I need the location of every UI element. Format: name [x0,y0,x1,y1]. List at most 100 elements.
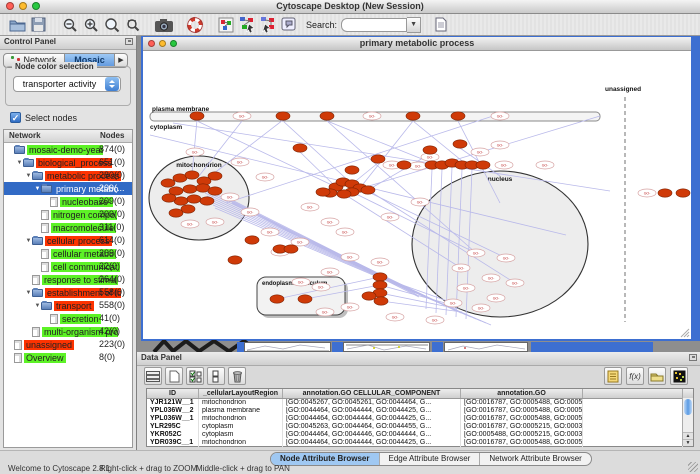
network-tree-row[interactable]: ▼biological_process651(0) [4,156,132,169]
table-column-header[interactable]: _cellularLayoutRegion [199,389,283,398]
attribute-matrix-icon[interactable] [670,367,688,385]
float-panel-icon[interactable] [125,38,133,45]
network-node-selected[interactable] [337,190,351,198]
network-node-selected[interactable] [228,256,242,264]
zoom-selected-icon[interactable] [123,16,142,34]
delete-attribute-icon[interactable] [228,367,246,385]
table-row[interactable]: YPL036W__1mitochondrion[GO:0044464, GO:0… [147,415,693,423]
network-node-selected[interactable] [371,155,385,163]
network-node-selected[interactable] [373,273,387,281]
network-node-selected[interactable] [284,245,298,253]
select-attributes-icon[interactable] [186,367,204,385]
table-column-header[interactable]: annotation.GO CELLULAR_COMPONENT [283,389,461,398]
network-tree-row[interactable]: ▼establishment of lo558(0) [4,286,132,299]
network-node-selected[interactable] [374,297,388,305]
network-tree-row[interactable]: secretion41(0) [4,312,132,325]
table-column-header[interactable]: annotation.GO MOLECULAR_FUNCTION [461,389,583,398]
network-node-selected[interactable] [406,112,420,120]
new-attribute-icon[interactable] [165,367,183,385]
network-node-selected[interactable] [185,171,199,179]
network-node-selected[interactable] [423,146,437,154]
network-tree-row[interactable]: ▼cellular process614(0) [4,234,132,247]
show-vizmapper-icon[interactable] [279,16,298,34]
network-node-selected[interactable] [162,194,176,202]
create-network-selected-edges-icon[interactable] [258,16,277,34]
network-view-window[interactable]: primary metabolic process plasma membran… [141,36,700,341]
network-tree-row[interactable]: unassigned223(0) [4,338,132,351]
network-tree-row[interactable]: response to stimulu264(0) [4,273,132,286]
network-node-selected[interactable] [361,186,375,194]
network-node-selected[interactable] [208,187,222,195]
help-ring-icon[interactable] [185,16,204,34]
network-tree-row[interactable]: ▼transport558(0) [4,299,132,312]
network-node-selected[interactable] [373,281,387,289]
scroll-down-icon[interactable]: ▼ [683,439,693,446]
network-tree-row[interactable]: nitrogen compo209(0) [4,208,132,221]
float-data-panel-icon[interactable] [689,354,697,361]
network-tree-header[interactable]: Network Nodes [4,130,132,143]
network-node-selected[interactable] [187,195,201,203]
formula-builder-icon[interactable]: f(x) [626,367,644,385]
network-tree-row[interactable]: ▼metabolic process280(0) [4,169,132,182]
zoom-in-icon[interactable] [81,16,100,34]
expand-arrow-icon[interactable]: ▼ [25,173,32,179]
network-node-selected[interactable] [190,112,204,120]
network-node-selected[interactable] [298,295,312,303]
network-canvas[interactable]: plasma membranecytoplasmmitochondrionnuc… [143,51,691,339]
resize-grip[interactable] [688,462,698,472]
attribute-table-icon[interactable] [144,367,162,385]
unselect-attributes-icon[interactable] [207,367,225,385]
network-node-selected[interactable] [476,161,490,169]
create-network-from-selected-icon[interactable] [237,16,256,34]
network-node-selected[interactable] [320,112,334,120]
snapshot-icon[interactable] [154,16,173,34]
network-node-selected[interactable] [362,292,376,300]
table-row[interactable]: YLR295Ccytoplasm[GO:0045263, GO:0044464,… [147,423,693,431]
network-tree-row[interactable]: macromolecule311(0) [4,221,132,234]
network-tree-row[interactable]: cellular metabo209(0) [4,247,132,260]
network-node-selected[interactable] [208,172,222,180]
expand-arrow-icon[interactable]: ▼ [16,160,23,166]
expand-arrow-icon[interactable]: ▼ [25,238,32,244]
table-scrollbar[interactable]: ▲ ▼ [682,398,693,446]
network-node-selected[interactable] [293,144,307,152]
attribute-notes-icon[interactable] [604,367,622,385]
table-column-header[interactable]: ID [147,389,199,398]
table-column-header[interactable] [583,389,683,398]
expand-arrow-icon[interactable]: ▼ [25,290,32,296]
zoom-out-icon[interactable] [60,16,79,34]
table-row[interactable]: YKR052Ccytoplasm[GO:0044464, GO:0044446,… [147,431,693,439]
table-row[interactable]: YPL036W__2plasma membrane[GO:0044464, GO… [147,407,693,415]
network-node-selected[interactable] [270,295,284,303]
network-node-selected[interactable] [316,188,330,196]
expand-arrow-icon[interactable]: ▼ [34,303,41,309]
select-nodes-checkbox[interactable]: ✓ [10,112,21,123]
network-tree-row[interactable]: multi-organism pro42(0) [4,325,132,338]
table-row[interactable]: YJR121W__1mitochondrion[GO:0045267, GO:0… [147,399,693,407]
search-input[interactable] [341,18,407,32]
table-row[interactable]: YDR039C__1mitochondrion[GO:0044464, GO:0… [147,439,693,447]
import-attributes-icon[interactable] [648,367,666,385]
create-network-icon[interactable] [216,16,235,34]
scrollbar-thumb[interactable] [684,399,692,415]
network-window-resize-grip[interactable] [687,335,689,337]
expand-arrow-icon[interactable]: ▼ [34,186,41,192]
network-node-selected[interactable] [658,189,672,197]
advanced-search-icon[interactable] [431,16,450,34]
network-node-selected[interactable] [451,112,465,120]
scroll-up-icon[interactable]: ▲ [683,432,693,439]
network-tree-row[interactable]: mosaic-demo-yeast874(0) [4,143,132,156]
network-node-selected[interactable] [676,189,690,197]
zoom-fit-icon[interactable] [102,16,121,34]
network-node-selected[interactable] [453,140,467,148]
network-node-selected[interactable] [169,209,183,217]
search-dropdown-arrow[interactable]: ▼ [407,17,421,33]
network-node-selected[interactable] [345,166,359,174]
network-window-titlebar[interactable]: primary metabolic process [143,37,691,51]
network-tree-row[interactable]: nucleobase-209(0) [4,195,132,208]
save-session-icon[interactable] [29,16,48,34]
network-node-selected[interactable] [397,161,411,169]
node-color-dropdown[interactable]: transporter activity [13,76,121,92]
network-node-selected[interactable] [200,197,214,205]
network-node-selected[interactable] [183,185,197,193]
